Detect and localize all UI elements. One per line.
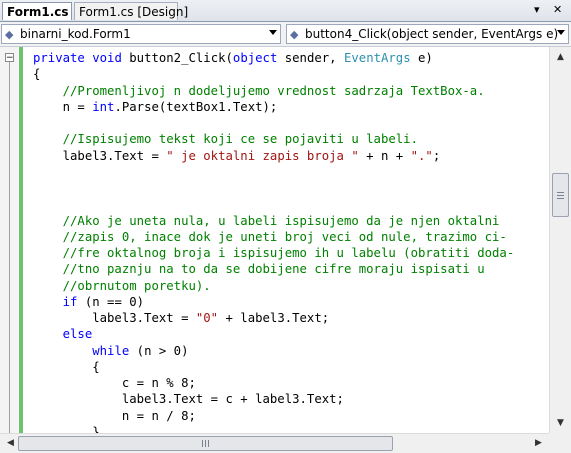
code-token: int — [92, 99, 115, 114]
outline-line — [9, 62, 10, 433]
code-line[interactable]: private void button2_Click(object sender… — [33, 50, 549, 66]
code-token: c = n % 8; — [33, 376, 196, 390]
code-token: "0" — [195, 311, 219, 325]
code-token: label3.Text = — [33, 148, 167, 163]
scroll-up-icon[interactable]: ▲ — [552, 49, 569, 65]
code-line[interactable]: n = n / 8; — [33, 408, 549, 424]
code-token: ; — [432, 148, 441, 163]
code-token: e) — [410, 51, 433, 65]
code-token: + label3.Text; — [218, 311, 330, 325]
code-token: " je oktalni zapis broja " — [166, 148, 359, 163]
code-token: n = — [33, 99, 93, 114]
code-token: + n + — [358, 148, 411, 163]
type-combo[interactable]: ◆ binarni_kod.Form1 — [1, 24, 281, 44]
chevron-down-icon[interactable] — [557, 30, 565, 35]
tab-form1-cs-design[interactable]: Form1.cs [Design] — [74, 2, 188, 20]
code-line[interactable]: //tno paznju na to da se dobijene cifre … — [33, 261, 549, 277]
code-line[interactable]: label3.Text = "0" + label3.Text; — [33, 310, 549, 326]
code-token: //tno paznju na to da se dobijene cifre … — [33, 262, 485, 277]
code-token: n = n / 8; — [33, 408, 196, 423]
code-area[interactable]: private void button2_Click(object sender… — [33, 50, 549, 433]
code-line[interactable]: //Promenljivoj n dodeljujemo vrednost sa… — [33, 83, 549, 99]
code-token: sender, — [277, 51, 344, 65]
code-line[interactable]: label3.Text = c + label3.Text; — [33, 391, 549, 407]
tab-form1-cs[interactable]: Form1.cs — [2, 2, 72, 20]
code-token: if — [62, 294, 78, 309]
code-token: } — [33, 424, 100, 433]
code-line[interactable]: { — [33, 359, 549, 375]
chevron-down-icon[interactable]: ▾ — [534, 3, 540, 17]
code-line[interactable]: //Ispisujemo tekst koji ce se pojaviti u… — [33, 131, 549, 147]
code-token: private — [33, 51, 85, 65]
code-line[interactable]: } — [33, 424, 549, 433]
horizontal-scrollbar[interactable]: ◀ ▶ — [0, 433, 549, 453]
code-token: button2_Click( — [121, 51, 233, 65]
code-token: void — [92, 51, 122, 65]
code-token: //fre oktalnog broja i ispisujemo ih u l… — [33, 246, 515, 260]
code-line[interactable]: //Ako je uneta nula, u labeli ispisujemo… — [33, 213, 549, 229]
code-line[interactable] — [33, 164, 549, 180]
method-icon: ◆ — [290, 28, 299, 41]
code-token: (n == 0) — [77, 294, 145, 309]
collapse-icon[interactable]: − — [5, 53, 14, 63]
code-token: "." — [410, 148, 433, 163]
member-combo[interactable]: ◆ button4_Click(object sender, EventArgs… — [286, 24, 569, 44]
code-line[interactable]: if (n == 0) — [33, 294, 549, 310]
code-token: //Ispisujemo tekst koji ce se pojaviti u… — [33, 132, 418, 147]
horizontal-scroll-thumb[interactable] — [18, 436, 393, 451]
navigation-bar: ◆ binarni_kod.Form1 ◆ button4_Click(obje… — [0, 22, 571, 47]
close-icon[interactable]: ✕ — [553, 3, 562, 17]
code-line[interactable] — [33, 115, 549, 131]
change-tracking-bar — [19, 47, 23, 433]
class-icon: ◆ — [5, 28, 14, 41]
code-editor[interactable]: − private void button2_Click(object send… — [0, 47, 571, 433]
code-line[interactable]: while (n > 0) — [33, 343, 549, 359]
code-line[interactable]: n = int.Parse(textBox1.Text); — [33, 99, 549, 115]
code-token: label3.Text = — [33, 311, 196, 325]
code-token: .Parse(textBox1.Text); — [114, 99, 278, 114]
code-token: { — [33, 359, 100, 374]
code-token: { — [33, 67, 41, 82]
code-token: label3.Text = c + label3.Text; — [33, 392, 344, 407]
code-token: //obrnutom poretku). — [33, 278, 211, 293]
code-line[interactable]: //obrnutom poretku). — [33, 278, 549, 294]
scroll-down-icon[interactable]: ▼ — [552, 415, 569, 431]
code-line[interactable]: //fre oktalnog broja i ispisujemo ih u l… — [33, 245, 549, 261]
scrollbar-corner — [549, 433, 571, 453]
member-combo-value: button4_Click(object sender, EventArgs e… — [305, 27, 559, 41]
code-token: else — [62, 327, 93, 342]
code-line[interactable]: else — [33, 326, 549, 342]
code-line[interactable]: //zapis 0, inace dok je uneti broj veci … — [33, 229, 549, 245]
code-line[interactable] — [33, 196, 549, 212]
code-line[interactable]: c = n % 8; — [33, 375, 549, 391]
code-token: //Ako je uneta nula, u labeli ispisujemo… — [33, 213, 500, 228]
vertical-scroll-thumb[interactable] — [552, 173, 569, 217]
code-line[interactable] — [33, 180, 549, 196]
code-line[interactable]: label3.Text = " je oktalni zapis broja "… — [33, 148, 549, 164]
code-token: while — [92, 343, 130, 358]
code-token: object — [232, 51, 278, 65]
document-tab-bar: Form1.cs Form1.cs [Design] ▾ ✕ — [0, 0, 571, 22]
code-token: (n > 0) — [129, 343, 189, 358]
chevron-down-icon[interactable] — [269, 30, 277, 35]
code-line[interactable]: { — [33, 66, 549, 82]
vertical-scrollbar[interactable]: ▲ ▼ — [549, 47, 571, 433]
code-token: //Promenljivoj n dodeljujemo vrednost sa… — [33, 83, 485, 98]
code-token: EventArgs — [343, 51, 411, 65]
scroll-left-icon[interactable]: ◀ — [2, 435, 19, 451]
code-token: //zapis 0, inace dok je uneti broj veci … — [33, 229, 507, 244]
scroll-right-icon[interactable]: ▶ — [530, 435, 547, 451]
type-combo-value: binarni_kod.Form1 — [20, 27, 131, 41]
